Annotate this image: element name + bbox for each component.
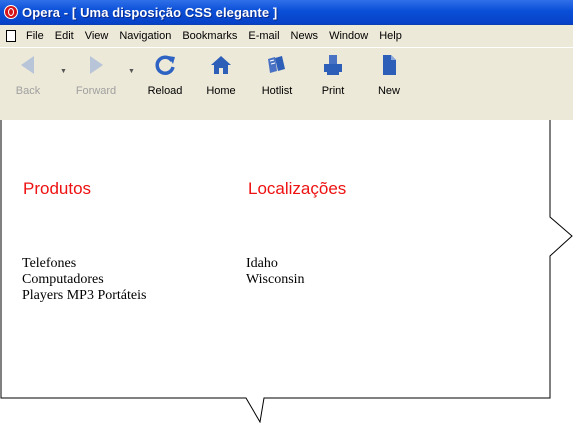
- list-item: Wisconsin: [246, 272, 305, 287]
- document-icon[interactable]: [6, 30, 16, 42]
- new-page-icon: [383, 55, 396, 75]
- list-item: Idaho: [246, 256, 278, 271]
- new-button[interactable]: New: [364, 53, 414, 97]
- menu-navigation[interactable]: Navigation: [119, 30, 171, 42]
- forward-button[interactable]: Forward: [71, 53, 121, 97]
- page-viewport: Produtos Telefones Computadores Players …: [0, 120, 573, 423]
- menu-help[interactable]: Help: [379, 30, 402, 42]
- opera-logo-icon: [4, 5, 18, 19]
- forward-label: Forward: [75, 85, 117, 97]
- back-label: Back: [15, 85, 41, 97]
- back-dropdown-icon[interactable]: ▼: [60, 68, 67, 75]
- print-button[interactable]: Print: [308, 53, 358, 97]
- home-label: Home: [206, 85, 236, 97]
- forward-arrow-icon: [90, 56, 103, 74]
- hotlist-icon: [268, 56, 285, 73]
- locations-list: Idaho Wisconsin: [246, 256, 305, 288]
- back-arrow-icon: [21, 56, 34, 74]
- window-title: Opera - [ Uma disposição CSS elegante ]: [22, 4, 278, 20]
- print-label: Print: [321, 85, 345, 97]
- menu-email[interactable]: E-mail: [248, 30, 279, 42]
- reload-button[interactable]: Reload: [140, 53, 190, 97]
- title-bar: Opera - [ Uma disposição CSS elegante ]: [0, 0, 573, 25]
- back-button[interactable]: Back: [3, 53, 53, 97]
- list-item: Players MP3 Portáteis: [22, 288, 147, 303]
- forward-dropdown-icon[interactable]: ▼: [128, 68, 135, 75]
- home-button[interactable]: Home: [196, 53, 246, 97]
- menu-file[interactable]: File: [26, 30, 44, 42]
- toolbar: Back ▼ Forward ▼ Reload Home Hotlist Pri…: [0, 47, 573, 120]
- reload-icon: [155, 55, 175, 75]
- home-icon: [211, 56, 231, 74]
- new-label: New: [377, 85, 400, 97]
- reload-label: Reload: [147, 85, 183, 97]
- hotlist-label: Hotlist: [261, 85, 293, 97]
- column-heading-locations: Localizações: [248, 179, 347, 198]
- menu-window[interactable]: Window: [329, 30, 368, 42]
- list-item: Telefones: [22, 256, 77, 271]
- menu-bookmarks[interactable]: Bookmarks: [182, 30, 237, 42]
- menu-news[interactable]: News: [291, 30, 319, 42]
- list-item: Computadores: [22, 272, 104, 287]
- column-heading-products: Produtos: [23, 179, 92, 198]
- products-list: Telefones Computadores Players MP3 Portá…: [22, 256, 146, 304]
- menu-view[interactable]: View: [85, 30, 109, 42]
- print-icon: [324, 55, 342, 75]
- menu-bar: File Edit View Navigation Bookmarks E-ma…: [0, 25, 573, 47]
- menu-edit[interactable]: Edit: [55, 30, 74, 42]
- hotlist-button[interactable]: Hotlist: [252, 53, 302, 97]
